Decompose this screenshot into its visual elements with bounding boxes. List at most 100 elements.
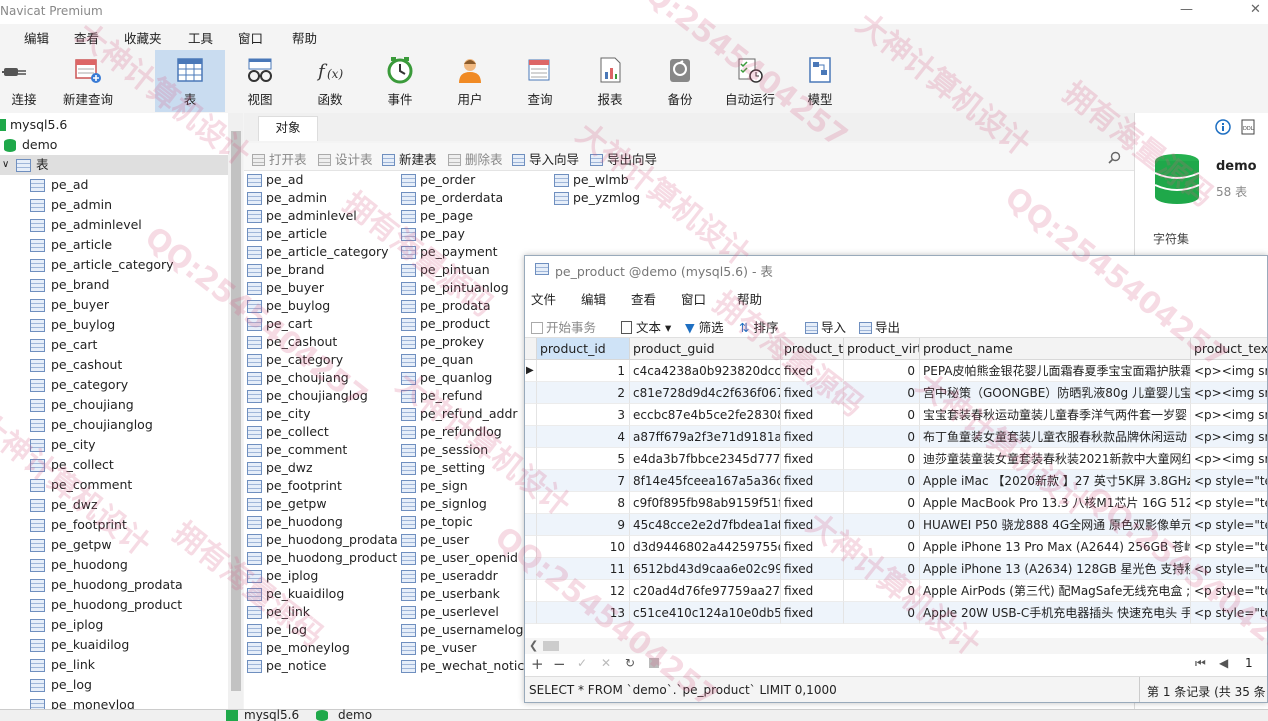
table-cell[interactable]: 0 [844,404,920,426]
table-cell[interactable]: Apple MacBook Pro 13.3 八核M1芯片 16G 512 [920,492,1191,514]
tree-table-item[interactable]: pe_choujiang [0,395,228,415]
table-cell[interactable]: fixed [781,404,844,426]
column-header[interactable]: product_id [537,338,630,360]
menu-window[interactable]: 窗口 [681,289,706,308]
connection-button[interactable]: 连接 [0,50,48,112]
ddl-icon[interactable]: DDL [1241,119,1255,135]
table-cell[interactable]: <p><img src [1191,448,1267,470]
table-cell[interactable]: c81e728d9d4c2f636f067f( [630,382,781,404]
first-page-icon[interactable]: ⏮ [1195,656,1206,671]
event-button[interactable]: 事件 [372,50,428,112]
table-cell[interactable]: 3 [537,404,630,426]
tree-table-item[interactable]: pe_buyer [0,295,228,315]
tree-table-item[interactable]: pe_article [0,235,228,255]
menu-edit[interactable]: 编辑 [24,28,49,47]
table-cell[interactable]: 2 [537,382,630,404]
row-indicator[interactable] [525,514,537,536]
table-cell[interactable]: 13 [537,602,630,624]
table-cell[interactable]: 0 [844,492,920,514]
tree-database[interactable]: demo [0,135,228,155]
tree-table-item[interactable]: pe_brand [0,275,228,295]
tree-table-item[interactable]: pe_ad [0,175,228,195]
minimize-icon[interactable]: — [1180,2,1193,17]
table-cell[interactable]: HUAWEI P50 骁龙888 4G全网通 原色双影像单元 [920,514,1191,536]
import-wizard-button[interactable]: 导入向导 [512,149,579,168]
prev-page-icon[interactable]: ◀ [1219,656,1228,670]
new-query-button[interactable]: 新建查询 [56,50,120,112]
menu-favorites[interactable]: 收藏夹 [124,28,162,47]
tree-table-item[interactable]: pe_link [0,655,228,675]
auto-run-button[interactable]: 自动运行 [722,50,778,112]
tree-table-item[interactable]: pe_moneylog [0,695,228,709]
apply-icon[interactable]: ✓ [577,656,587,670]
delete-table-button[interactable]: 删除表 [448,149,503,168]
table-cell[interactable]: <p style="tex [1191,580,1267,602]
tree-table-item[interactable]: pe_choujianglog [0,415,228,435]
open-table-button[interactable]: 打开表 [252,149,307,168]
table-cell[interactable]: Apple iPhone 13 (A2634) 128GB 星光色 支持移 [920,558,1191,580]
table-cell[interactable]: 0 [844,602,920,624]
table-cell[interactable]: fixed [781,492,844,514]
refresh-icon[interactable]: ↻ [625,656,635,670]
table-cell[interactable]: c51ce410c124a10e0db5e( [630,602,781,624]
model-button[interactable]: 模型 [792,50,848,112]
column-header[interactable]: product_guid [630,338,781,360]
tree-table-item[interactable]: pe_comment [0,475,228,495]
tree-table-item[interactable]: pe_adminlevel [0,215,228,235]
table-cell[interactable]: 0 [844,514,920,536]
table-cell[interactable]: fixed [781,382,844,404]
row-indicator[interactable] [525,404,537,426]
table-cell[interactable]: 宝宝套装春秋运动童装儿童春季洋气两件套一岁婴 [920,404,1191,426]
user-button[interactable]: 用户 [442,50,498,112]
table-cell[interactable]: fixed [781,470,844,492]
table-cell[interactable]: <p><img src [1191,360,1267,382]
table-cell[interactable]: 0 [844,470,920,492]
table-cell[interactable]: Apple 20W USB-C手机充电器插头 快速充电头 手 [920,602,1191,624]
tree-table-item[interactable]: pe_kuaidilog [0,635,228,655]
table-cell[interactable]: e4da3b7fbbce2345d7772 [630,448,781,470]
tree-table-item[interactable]: pe_cart [0,335,228,355]
close-icon[interactable]: ✕ [1250,2,1261,17]
table-cell[interactable]: <p style="tex [1191,470,1267,492]
column-header[interactable]: product_text [1191,338,1267,360]
tree-table-item[interactable]: pe_buylog [0,315,228,335]
table-cell[interactable]: 0 [844,382,920,404]
tree-table-item[interactable]: pe_category [0,375,228,395]
column-header[interactable]: product_name [920,338,1191,360]
table-cell[interactable]: 6512bd43d9caa6e02c990 [630,558,781,580]
table-cell[interactable]: 0 [844,448,920,470]
table-cell[interactable]: 布丁鱼童装女童套装儿童衣服春秋款品牌休闲运动 [920,426,1191,448]
table-cell[interactable]: <p style="tex [1191,492,1267,514]
begin-transaction-button[interactable]: 开始事务 [531,317,596,336]
table-cell[interactable]: fixed [781,448,844,470]
menu-view[interactable]: 查看 [74,28,99,47]
table-cell[interactable]: 0 [844,580,920,602]
table-cell[interactable]: fixed [781,514,844,536]
export-wizard-button[interactable]: 导出向导 [590,149,657,168]
query-button[interactable]: 查询 [512,50,568,112]
delete-record-icon[interactable]: − [553,655,566,673]
table-cell[interactable]: 11 [537,558,630,580]
menu-file[interactable]: 文件 [531,289,556,308]
sort-button[interactable]: ⇅ 排序 [739,317,778,336]
new-table-button[interactable]: 新建表 [382,149,437,168]
table-cell[interactable]: 5 [537,448,630,470]
tree-connection[interactable]: mysql5.6 [0,115,228,135]
column-header[interactable]: product_virtu [844,338,920,360]
table-cell[interactable]: 8 [537,492,630,514]
row-indicator[interactable] [525,382,537,404]
table-cell[interactable]: 0 [844,558,920,580]
table-cell[interactable]: 10 [537,536,630,558]
row-indicator[interactable] [525,426,537,448]
stop-icon[interactable] [649,658,659,668]
row-indicator[interactable] [525,448,537,470]
table-cell[interactable]: Apple iPhone 13 Pro Max (A2644) 256GB 苍岭 [920,536,1191,558]
table-cell[interactable]: <p><img src [1191,426,1267,448]
tree-tables-group[interactable]: ∨ 表 [0,155,228,175]
tree-table-item[interactable]: pe_city [0,435,228,455]
view-button[interactable]: 视图 [232,50,288,112]
table-cell[interactable]: 12 [537,580,630,602]
tree-table-item[interactable]: pe_log [0,675,228,695]
row-indicator[interactable] [525,492,537,514]
table-cell[interactable]: fixed [781,580,844,602]
